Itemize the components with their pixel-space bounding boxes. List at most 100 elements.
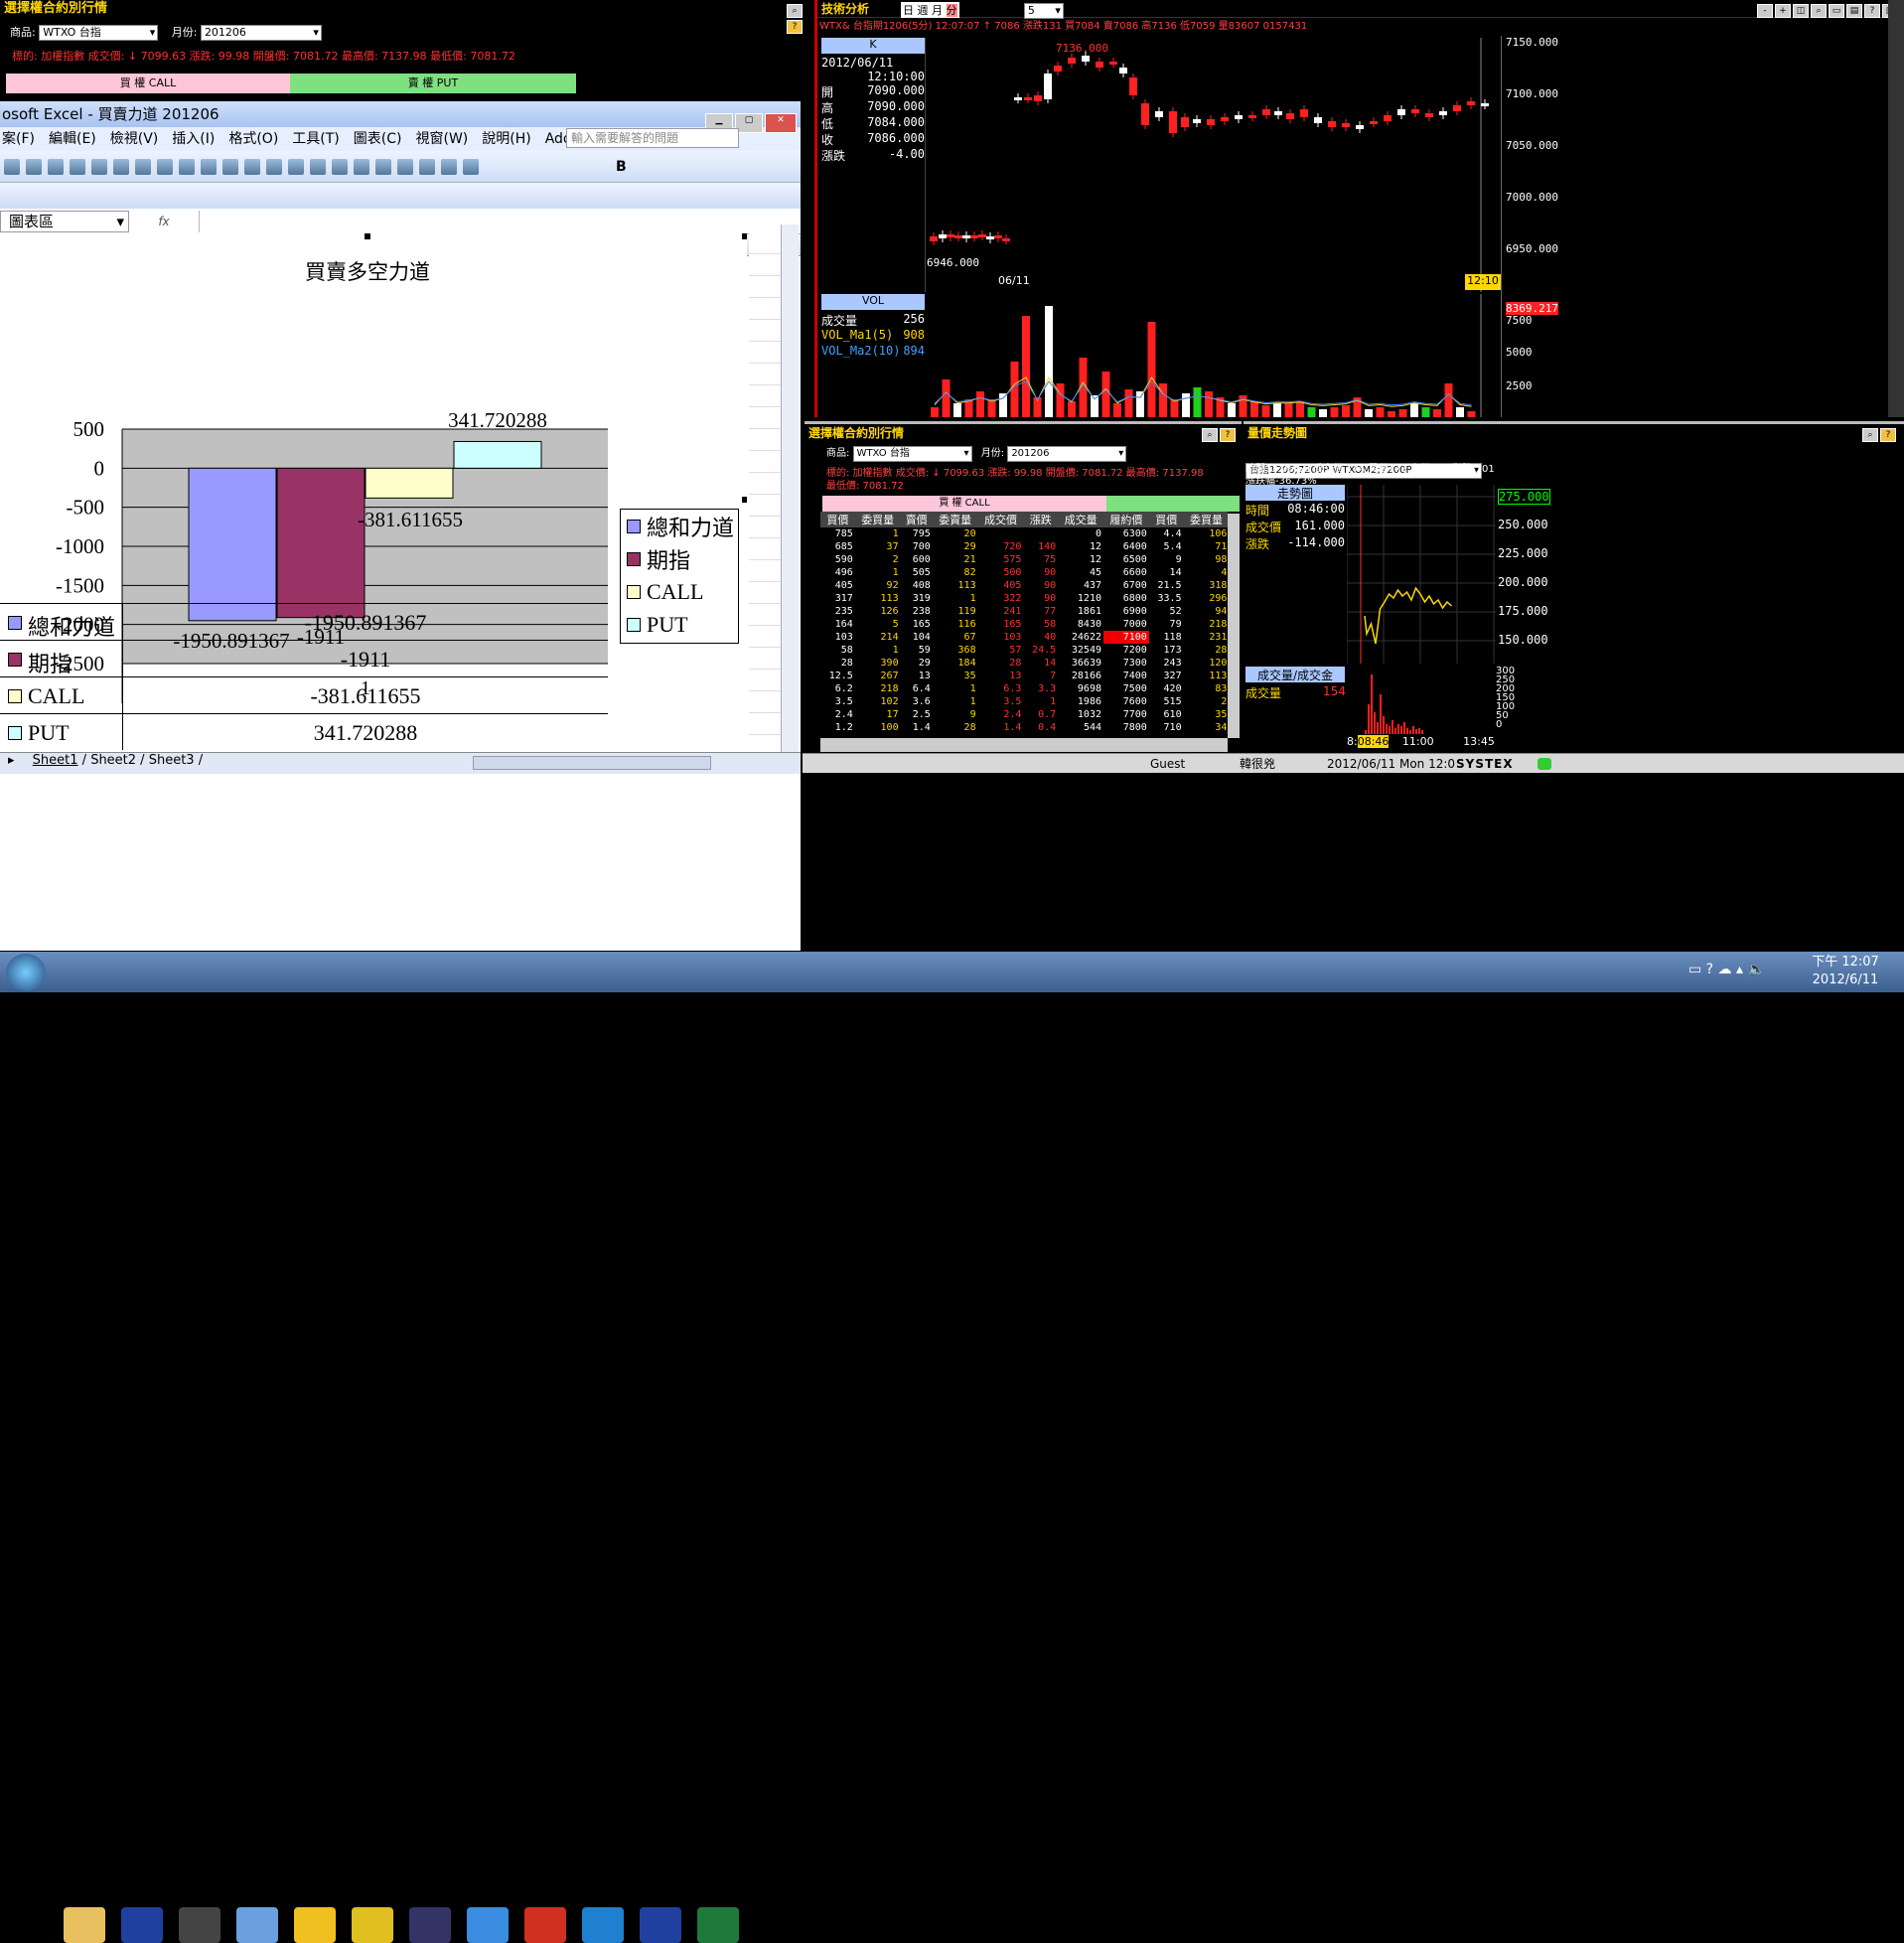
- vertical-scrollbar[interactable]: [781, 224, 799, 753]
- clock[interactable]: 下午 12:07 2012/6/11: [1796, 954, 1895, 989]
- search-icon[interactable]: ⌕: [1202, 428, 1218, 442]
- toolbar-icon[interactable]: [244, 159, 260, 175]
- tool-icon[interactable]: ▤: [1846, 4, 1862, 18]
- toolbar-icon[interactable]: [179, 159, 195, 175]
- option-row[interactable]: 590 2 600 21 575 75 12 6500 9 98: [820, 553, 1228, 566]
- toolbar-icon[interactable]: [222, 159, 238, 175]
- tool-icon[interactable]: ◫: [1793, 4, 1809, 18]
- option-row[interactable]: 685 37 700 29 720 140 12 6400 5.4 71: [820, 540, 1228, 553]
- name-box[interactable]: 圖表區 ▾: [0, 210, 129, 232]
- trend-tab[interactable]: 走勢圖: [1245, 485, 1345, 501]
- concord2-taskbar-icon[interactable]: [640, 1907, 681, 1943]
- toolbar-icon[interactable]: [26, 159, 42, 175]
- toolbar-icon[interactable]: [288, 159, 304, 175]
- windows-start-icon[interactable]: [6, 954, 46, 991]
- toolbar-icon[interactable]: [70, 159, 85, 175]
- option-row[interactable]: 12.5 267 13 35 13 7 28166 7400 327 113: [820, 670, 1228, 682]
- teamviewer-taskbar-icon[interactable]: [582, 1907, 624, 1943]
- period-tabs[interactable]: 日 週 月 分: [901, 2, 959, 18]
- toolbar-icon[interactable]: [419, 159, 435, 175]
- tool-icon[interactable]: ?: [1864, 4, 1880, 18]
- menu-item[interactable]: 檢視(V): [110, 131, 159, 147]
- toolbar-icon[interactable]: [157, 159, 173, 175]
- toolbar-icon[interactable]: [113, 159, 129, 175]
- red-app-taskbar-icon[interactable]: [524, 1907, 566, 1943]
- toolbar-icon[interactable]: [4, 159, 20, 175]
- ie-taskbar-icon[interactable]: [467, 1907, 509, 1943]
- volume-tab[interactable]: 成交量/成交金: [1245, 667, 1345, 682]
- call-tab[interactable]: 買 權 CALL: [822, 496, 1106, 512]
- search-icon[interactable]: ⌕: [1862, 428, 1878, 442]
- help-icon[interactable]: ?: [1220, 428, 1236, 442]
- tool-icon[interactable]: ▭: [1829, 4, 1844, 18]
- toolbar-icon[interactable]: [201, 159, 217, 175]
- menu-item[interactable]: 編輯(E): [49, 131, 96, 147]
- product-select[interactable]: WTXO 台指: [852, 446, 972, 462]
- horizontal-scrollbar[interactable]: [473, 756, 711, 770]
- menu-item[interactable]: 格式(O): [228, 131, 278, 147]
- menu-item[interactable]: 說明(H): [482, 131, 530, 147]
- formula-input[interactable]: [199, 210, 801, 232]
- toolbar-icon[interactable]: [48, 159, 64, 175]
- toolbar-icon[interactable]: [91, 159, 107, 175]
- toolbar-icon[interactable]: [441, 159, 457, 175]
- menu-item[interactable]: 插入(I): [172, 131, 215, 147]
- tool-icon[interactable]: ⌕: [1811, 4, 1827, 18]
- product-select[interactable]: WTXO 台指: [39, 25, 159, 41]
- menu-item[interactable]: 視窗(W): [415, 131, 468, 147]
- month-select[interactable]: 201206: [1007, 446, 1127, 462]
- search-icon[interactable]: ⌕: [787, 4, 803, 18]
- toolbar-icon[interactable]: [397, 159, 413, 175]
- option-row[interactable]: 405 92 408 113 405 90 437 6700 21.5 318: [820, 579, 1228, 592]
- vertical-scrollbar[interactable]: [1228, 514, 1240, 738]
- option-row[interactable]: 785 1 795 20 0 6300 4.4 106: [820, 527, 1228, 540]
- month-select[interactable]: 201206: [200, 25, 322, 41]
- option-row[interactable]: 28 390 29 184 28 14 36639 7300 243 120: [820, 657, 1228, 670]
- option-row[interactable]: 2.4 17 2.5 9 2.4 0.7 1032 7700 610 35: [820, 708, 1228, 721]
- option-row[interactable]: 235 126 238 119 241 77 1861 6900 52 94: [820, 605, 1228, 618]
- sheet-tab-3[interactable]: Sheet3: [149, 753, 195, 768]
- help-search-input[interactable]: 輸入需要解答的問題: [566, 128, 739, 148]
- sheet-tab-1[interactable]: Sheet1: [33, 753, 78, 768]
- option-row[interactable]: 103 214 104 67 103 40 24622 7100 118 231: [820, 631, 1228, 644]
- option-row[interactable]: 1.2 100 1.4 28 1.4 0.4 544 7800 710 34: [820, 721, 1228, 734]
- people-taskbar-icon[interactable]: [236, 1907, 278, 1943]
- option-row[interactable]: 58 1 59 368 57 24.5 32549 7200 173 28: [820, 644, 1228, 657]
- menu-item[interactable]: 圖表(C): [354, 131, 402, 147]
- menu-item[interactable]: 工具(T): [292, 131, 339, 147]
- toolbar-icon[interactable]: [310, 159, 326, 175]
- tool-icon[interactable]: +: [1775, 4, 1791, 18]
- folder-taskbar-icon[interactable]: [64, 1907, 105, 1943]
- s-app-taskbar-icon[interactable]: [179, 1907, 220, 1943]
- tool-icon[interactable]: -: [1757, 4, 1773, 18]
- call-tab[interactable]: 買 權 CALL: [6, 74, 290, 93]
- maximize-icon[interactable]: ▢: [735, 113, 763, 133]
- menu-item[interactable]: 案(F): [2, 131, 35, 147]
- put-tab[interactable]: [1106, 496, 1240, 512]
- option-row[interactable]: 6.2 218 6.4 1 6.3 3.3 9698 7500 420 83: [820, 682, 1228, 695]
- y-tick-label: 0: [94, 456, 105, 480]
- help-icon[interactable]: ?: [787, 20, 803, 34]
- toolbar-icon[interactable]: [135, 159, 151, 175]
- horizontal-scrollbar[interactable]: [820, 738, 1228, 752]
- yellow-app-taskbar-icon[interactable]: [352, 1907, 393, 1943]
- sheet-tab-2[interactable]: Sheet2: [90, 753, 136, 768]
- option-row[interactable]: 164 5 165 116 165 58 8430 7000 79 218: [820, 618, 1228, 631]
- monitor-taskbar-icon[interactable]: [409, 1907, 451, 1943]
- concord-taskbar-icon[interactable]: [121, 1907, 163, 1943]
- option-row[interactable]: 496 1 505 82 500 90 45 6600 14 4: [820, 566, 1228, 579]
- option-row[interactable]: 3.5 102 3.6 1 3.5 1 1986 7600 515 2: [820, 695, 1228, 708]
- put-tab[interactable]: 賣 權 PUT: [290, 74, 576, 93]
- excel-taskbar-icon[interactable]: [697, 1907, 739, 1943]
- close-icon[interactable]: ✕: [765, 113, 797, 133]
- toolbar-icon[interactable]: [354, 159, 369, 175]
- help-icon[interactable]: ?: [1880, 428, 1896, 442]
- bold-button[interactable]: B: [616, 159, 627, 175]
- option-row[interactable]: 317 113 319 1 322 90 1210 6800 33.5 296: [820, 592, 1228, 605]
- toolbar-icon[interactable]: [266, 159, 282, 175]
- toolbar-icon[interactable]: [332, 159, 348, 175]
- toolbar-icon[interactable]: [375, 159, 391, 175]
- minutes-select[interactable]: 5: [1023, 3, 1064, 19]
- qq-taskbar-icon[interactable]: [294, 1907, 336, 1943]
- toolbar-icon[interactable]: [463, 159, 479, 175]
